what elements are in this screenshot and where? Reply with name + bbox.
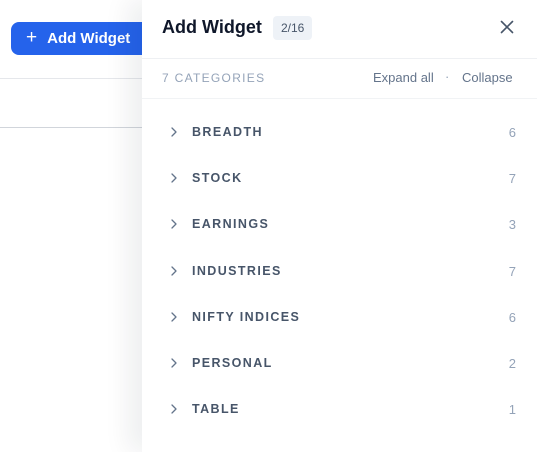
category-count: 3 [508, 217, 516, 233]
close-icon [500, 20, 514, 34]
background-divider [0, 127, 142, 128]
chevron-right-icon [171, 219, 177, 230]
category-count: 2 [508, 355, 516, 371]
add-widget-button-label: Add Widget [47, 30, 131, 47]
category-row-breadth[interactable]: BREADTH 6 [142, 109, 537, 155]
category-label: STOCK [192, 171, 243, 186]
categories-toolbar: 7 CATEGORIES Expand all · Collapse [142, 59, 537, 99]
category-row-personal[interactable]: PERSONAL 2 [142, 340, 537, 386]
drawer-header: Add Widget 2/16 [142, 0, 537, 59]
category-count: 1 [508, 402, 516, 418]
category-label: EARNINGS [192, 217, 270, 232]
expand-all-link[interactable]: Expand all [373, 70, 434, 85]
chevron-right-icon [171, 127, 177, 137]
chevron-right-icon [171, 358, 177, 368]
add-widget-button[interactable]: + Add Widget [11, 22, 151, 55]
category-label: NIFTY INDICES [192, 309, 301, 324]
widget-count-badge: 2/16 [273, 16, 313, 40]
background-page: + Add Widget [0, 0, 151, 452]
add-widget-drawer: Add Widget 2/16 7 CATEGORIES Expand all … [142, 0, 537, 452]
category-count: 6 [508, 309, 516, 325]
category-label: PERSONAL [192, 355, 273, 370]
category-count: 7 [508, 263, 516, 279]
category-label: INDUSTRIES [192, 263, 282, 278]
chevron-right-icon [171, 404, 177, 414]
category-label: TABLE [192, 402, 240, 417]
chevron-right-icon [171, 265, 177, 276]
background-divider [0, 78, 142, 79]
chevron-right-icon [171, 312, 177, 322]
drawer-title: Add Widget [162, 17, 262, 37]
close-button[interactable] [499, 19, 515, 35]
category-row-industries[interactable]: INDUSTRIES 7 [142, 248, 537, 294]
category-row-nifty-indices[interactable]: NIFTY INDICES 6 [142, 294, 537, 340]
collapse-link[interactable]: Collapse [462, 70, 513, 85]
category-count: 7 [508, 171, 516, 187]
category-count: 6 [508, 125, 516, 140]
categories-count-label: 7 CATEGORIES [162, 71, 266, 85]
category-row-earnings[interactable]: EARNINGS 3 [142, 201, 537, 247]
category-label: BREADTH [192, 125, 263, 139]
category-list: BREADTH 6 STOCK 7 EARNINGS 3 INDUSTRIES … [142, 109, 537, 432]
category-row-table[interactable]: TABLE 1 [142, 386, 537, 432]
separator-dot: · [445, 69, 450, 84]
plus-icon: + [26, 27, 38, 48]
chevron-right-icon [171, 173, 177, 183]
screen: + Add Widget Add Widget 2/16 7 CATEGORIE… [0, 0, 537, 452]
category-row-stock[interactable]: STOCK 7 [142, 155, 537, 201]
